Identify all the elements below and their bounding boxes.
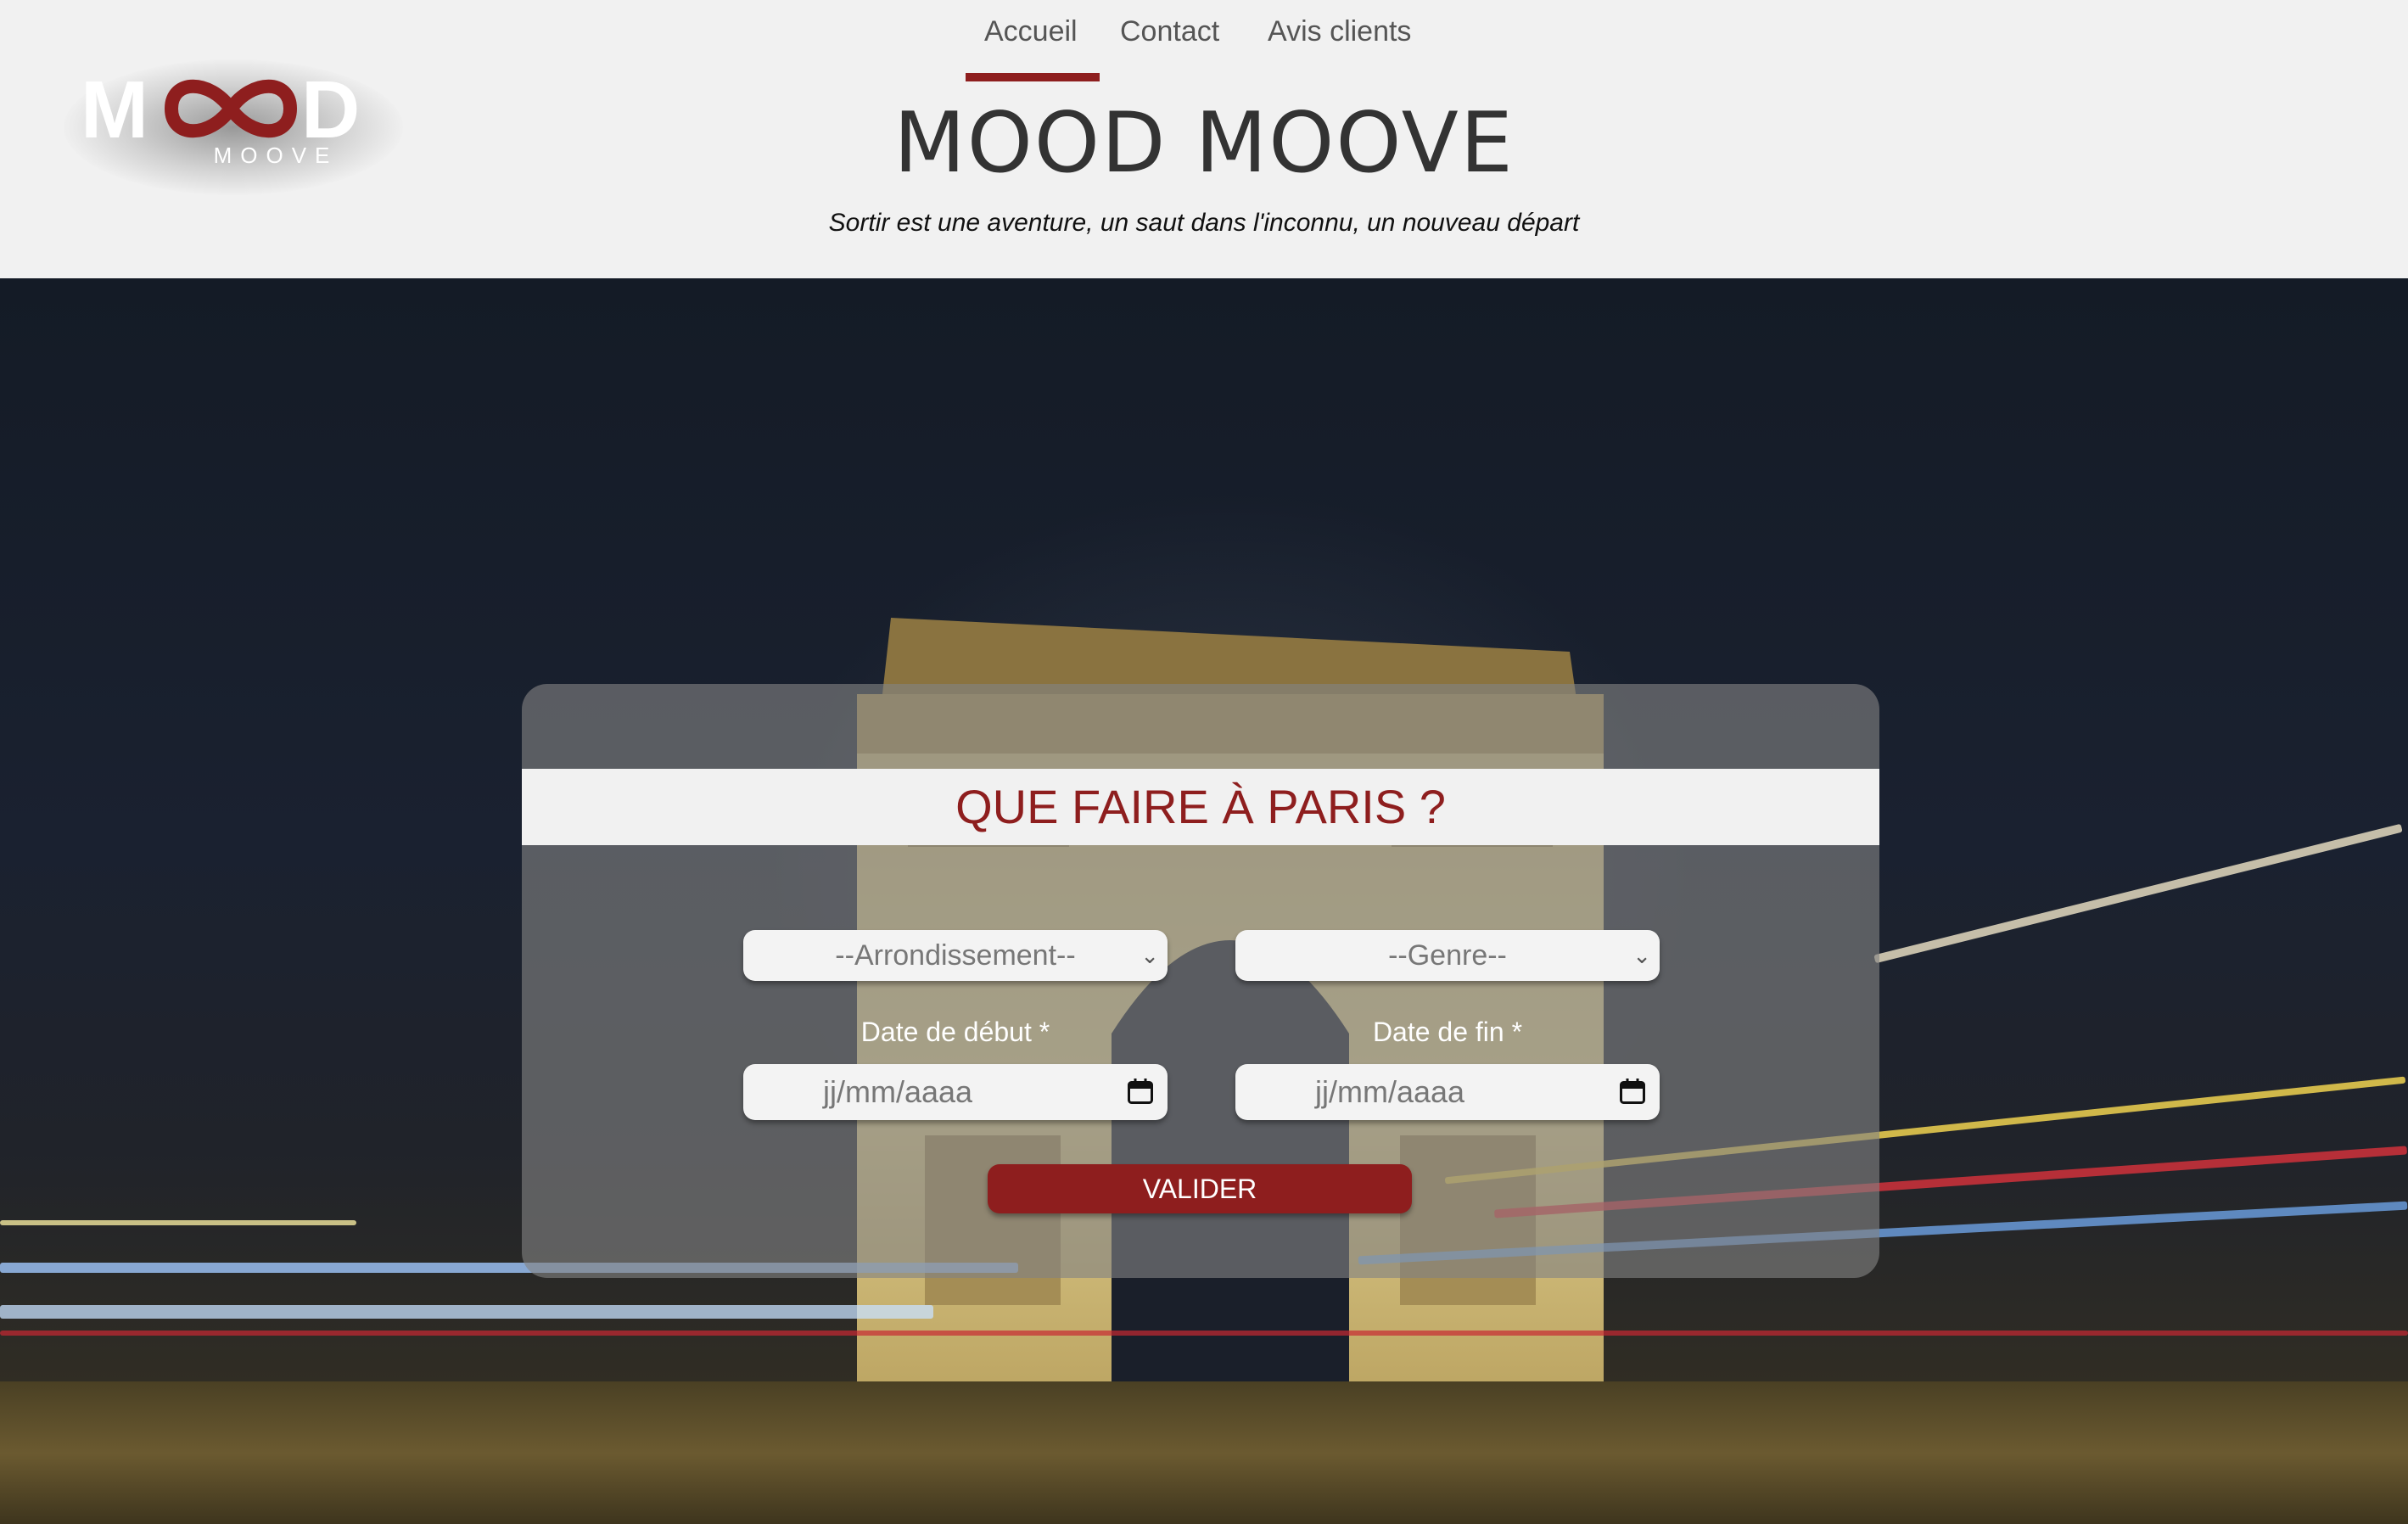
arrondissement-select-value: --Arrondissement-- [835, 939, 1076, 972]
site-header: M D MOOVE Accueil Contact Avis clients M… [0, 0, 2408, 278]
submit-button[interactable]: VALIDER [988, 1164, 1412, 1213]
light-trail [1873, 823, 2403, 964]
light-trail [0, 1331, 2408, 1336]
nav-active-indicator [966, 73, 1100, 81]
end-date-input[interactable]: jj/mm/aaaa [1235, 1064, 1660, 1120]
genre-select[interactable]: --Genre-- ⌄ [1235, 930, 1660, 981]
ground-plaza [0, 1381, 2408, 1524]
calendar-icon[interactable] [1617, 1076, 1648, 1107]
site-tagline: Sortir est une aventure, un saut dans l'… [828, 209, 1580, 237]
start-date-label: Date de début * [860, 1017, 1050, 1047]
nav-accueil[interactable]: Accueil [984, 15, 1078, 48]
genre-select-value: --Genre-- [1388, 939, 1507, 972]
chevron-down-icon: ⌄ [1632, 943, 1651, 968]
light-trail [0, 1220, 356, 1225]
start-date-placeholder: jj/mm/aaaa [823, 1074, 973, 1109]
nav-avis-clients[interactable]: Avis clients [1268, 15, 1411, 48]
form-title: QUE FAIRE À PARIS ? [955, 780, 1446, 833]
arrondissement-select[interactable]: --Arrondissement-- ⌄ [743, 930, 1168, 981]
end-date-placeholder: jj/mm/aaaa [1315, 1074, 1465, 1109]
nav-contact[interactable]: Contact [1120, 15, 1219, 48]
light-trail [0, 1305, 933, 1319]
end-date-label: Date de fin * [1372, 1017, 1523, 1047]
start-date-input[interactable]: jj/mm/aaaa [743, 1064, 1168, 1120]
calendar-icon[interactable] [1125, 1076, 1156, 1107]
site-title: MOOD MOOVE [893, 95, 1515, 192]
chevron-down-icon: ⌄ [1140, 943, 1159, 968]
